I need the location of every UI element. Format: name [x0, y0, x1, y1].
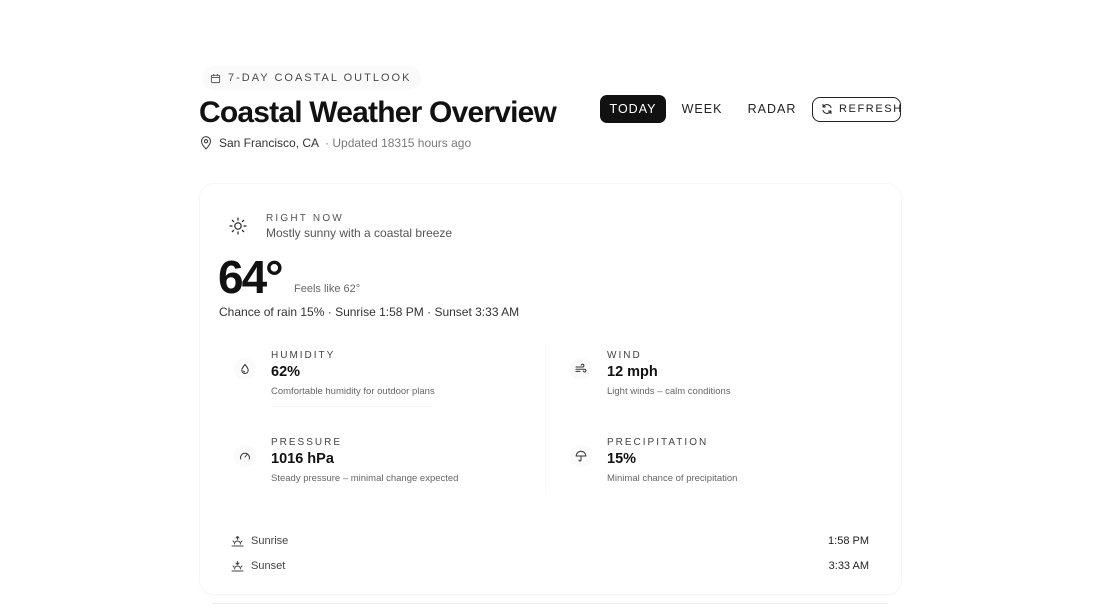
sunrise-time: 1:58 PM — [828, 535, 869, 547]
metric-value: 15% — [607, 451, 637, 467]
tab-radar[interactable]: RADAR — [738, 95, 806, 123]
location-name: San Francisco, CA — [219, 136, 320, 150]
droplet-icon — [234, 358, 256, 380]
map-pin-icon — [200, 136, 212, 150]
metric-value: 12 mph — [607, 364, 658, 380]
refresh-button[interactable]: REFRESH — [812, 96, 903, 122]
metric-humidity: HUMIDITY 62% Comfortable humidity for ou… — [220, 350, 520, 420]
weather-page: 7-DAY COASTAL OUTLOOK Coastal Weather Ov… — [0, 0, 1100, 611]
sunset-icon — [231, 560, 244, 573]
sunset-row: Sunset 3:33 AM — [231, 558, 869, 574]
metric-pressure: PRESSURE 1016 hPa Steady pressure – mini… — [220, 437, 520, 507]
sunrise-icon — [231, 535, 244, 548]
metric-label: PRESSURE — [271, 437, 343, 448]
calendar-icon — [210, 73, 221, 84]
sunrise-row: Sunrise 1:58 PM — [231, 533, 869, 549]
metric-note: Comfortable humidity for outdoor plans — [271, 386, 435, 397]
page-title: Coastal Weather Overview — [199, 96, 557, 129]
metric-value: 1016 hPa — [271, 451, 334, 467]
tab-week[interactable]: WEEK — [666, 95, 738, 123]
current-conditions-card: RIGHT NOW Mostly sunny with a coastal br… — [200, 184, 901, 594]
metric-label: PRECIPITATION — [607, 437, 709, 448]
right-now-label: RIGHT NOW — [266, 213, 344, 224]
sunset-time: 3:33 AM — [828, 560, 869, 572]
metric-precipitation: PRECIPITATION 15% Minimal chance of prec… — [556, 437, 856, 507]
tab-today[interactable]: TODAY — [600, 95, 666, 123]
metrics-divider — [545, 344, 546, 494]
metric-value: 62% — [271, 364, 301, 380]
metric-divider — [271, 406, 431, 407]
wind-icon — [570, 358, 592, 380]
refresh-icon — [821, 103, 833, 115]
metric-label: HUMIDITY — [271, 350, 336, 361]
metric-note: Minimal chance of precipitation — [607, 473, 738, 484]
card-divider — [212, 603, 888, 604]
metric-note: Steady pressure – minimal change expecte… — [271, 473, 459, 484]
metric-label: WIND — [607, 350, 642, 361]
current-temperature: 64° — [218, 251, 284, 303]
refresh-button-label: REFRESH — [839, 103, 903, 115]
gauge-icon — [234, 445, 256, 467]
sunrise-label: Sunrise — [251, 535, 289, 547]
umbrella-icon — [570, 445, 592, 467]
view-tabs: TODAY WEEK RADAR REFRESH — [600, 95, 901, 123]
location-line: San Francisco, CA · Updated 18315 hours … — [200, 136, 471, 150]
feels-like: Feels like 62° — [294, 283, 361, 295]
metric-wind: WIND 12 mph Light winds – calm condition… — [556, 350, 856, 420]
condition-description: Mostly sunny with a coastal breeze — [266, 226, 453, 240]
outlook-badge-label: 7-DAY COASTAL OUTLOOK — [228, 72, 412, 84]
outlook-badge: 7-DAY COASTAL OUTLOOK — [202, 66, 422, 90]
sunset-label: Sunset — [251, 560, 286, 572]
conditions-summary: Chance of rain 15% · Sunrise 1:58 PM · S… — [219, 305, 520, 319]
sun-icon — [228, 216, 248, 236]
updated-time: · Updated 18315 hours ago — [325, 136, 472, 150]
metric-note: Light winds – calm conditions — [607, 386, 731, 397]
